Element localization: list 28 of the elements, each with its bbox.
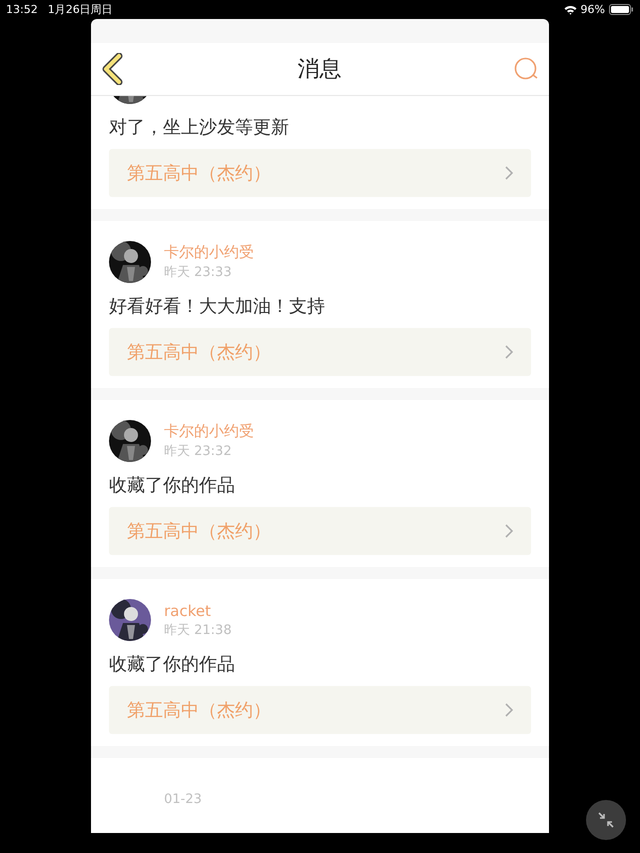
- battery-percent: 96%: [580, 3, 605, 16]
- status-time: 13:52: [6, 3, 38, 16]
- chevron-icon: [505, 345, 513, 359]
- work-link[interactable]: 第五高中（杰约）: [109, 686, 531, 734]
- chevron-icon: [505, 524, 513, 538]
- status-date: 1月26日周日: [48, 2, 113, 17]
- chevron-icon: [505, 703, 513, 717]
- user-name[interactable]: 卡尔的小约受: [164, 243, 254, 262]
- chevron-icon: [505, 166, 513, 180]
- work-link[interactable]: 第五高中（杰约）: [109, 149, 531, 197]
- collapse-button[interactable]: [586, 800, 626, 840]
- page-title: 消息: [298, 56, 342, 84]
- message-text: 对了，坐上沙发等更新: [109, 116, 290, 139]
- message-time: 昨天 21:38: [164, 622, 232, 638]
- wifi-icon: [564, 4, 577, 14]
- user-name[interactable]: 卡尔的小约受: [164, 422, 254, 441]
- work-link[interactable]: 第五高中（杰约）: [109, 507, 531, 555]
- back-icon[interactable]: [101, 53, 125, 85]
- message-text: 好看好看！大大加油！支持: [109, 295, 326, 318]
- message-text: 收藏了你的作品: [109, 474, 236, 497]
- message-time: 昨天 23:33: [164, 264, 233, 281]
- message-text: 收藏了你的作品: [109, 653, 236, 676]
- work-link[interactable]: 第五高中（杰约）: [109, 328, 531, 376]
- user-name[interactable]: racket: [164, 602, 232, 620]
- battery-icon: [609, 4, 634, 15]
- collapse-icon: [597, 811, 615, 829]
- message-time: 昨天 23:32: [164, 443, 233, 460]
- message-time: 01-23: [164, 792, 202, 806]
